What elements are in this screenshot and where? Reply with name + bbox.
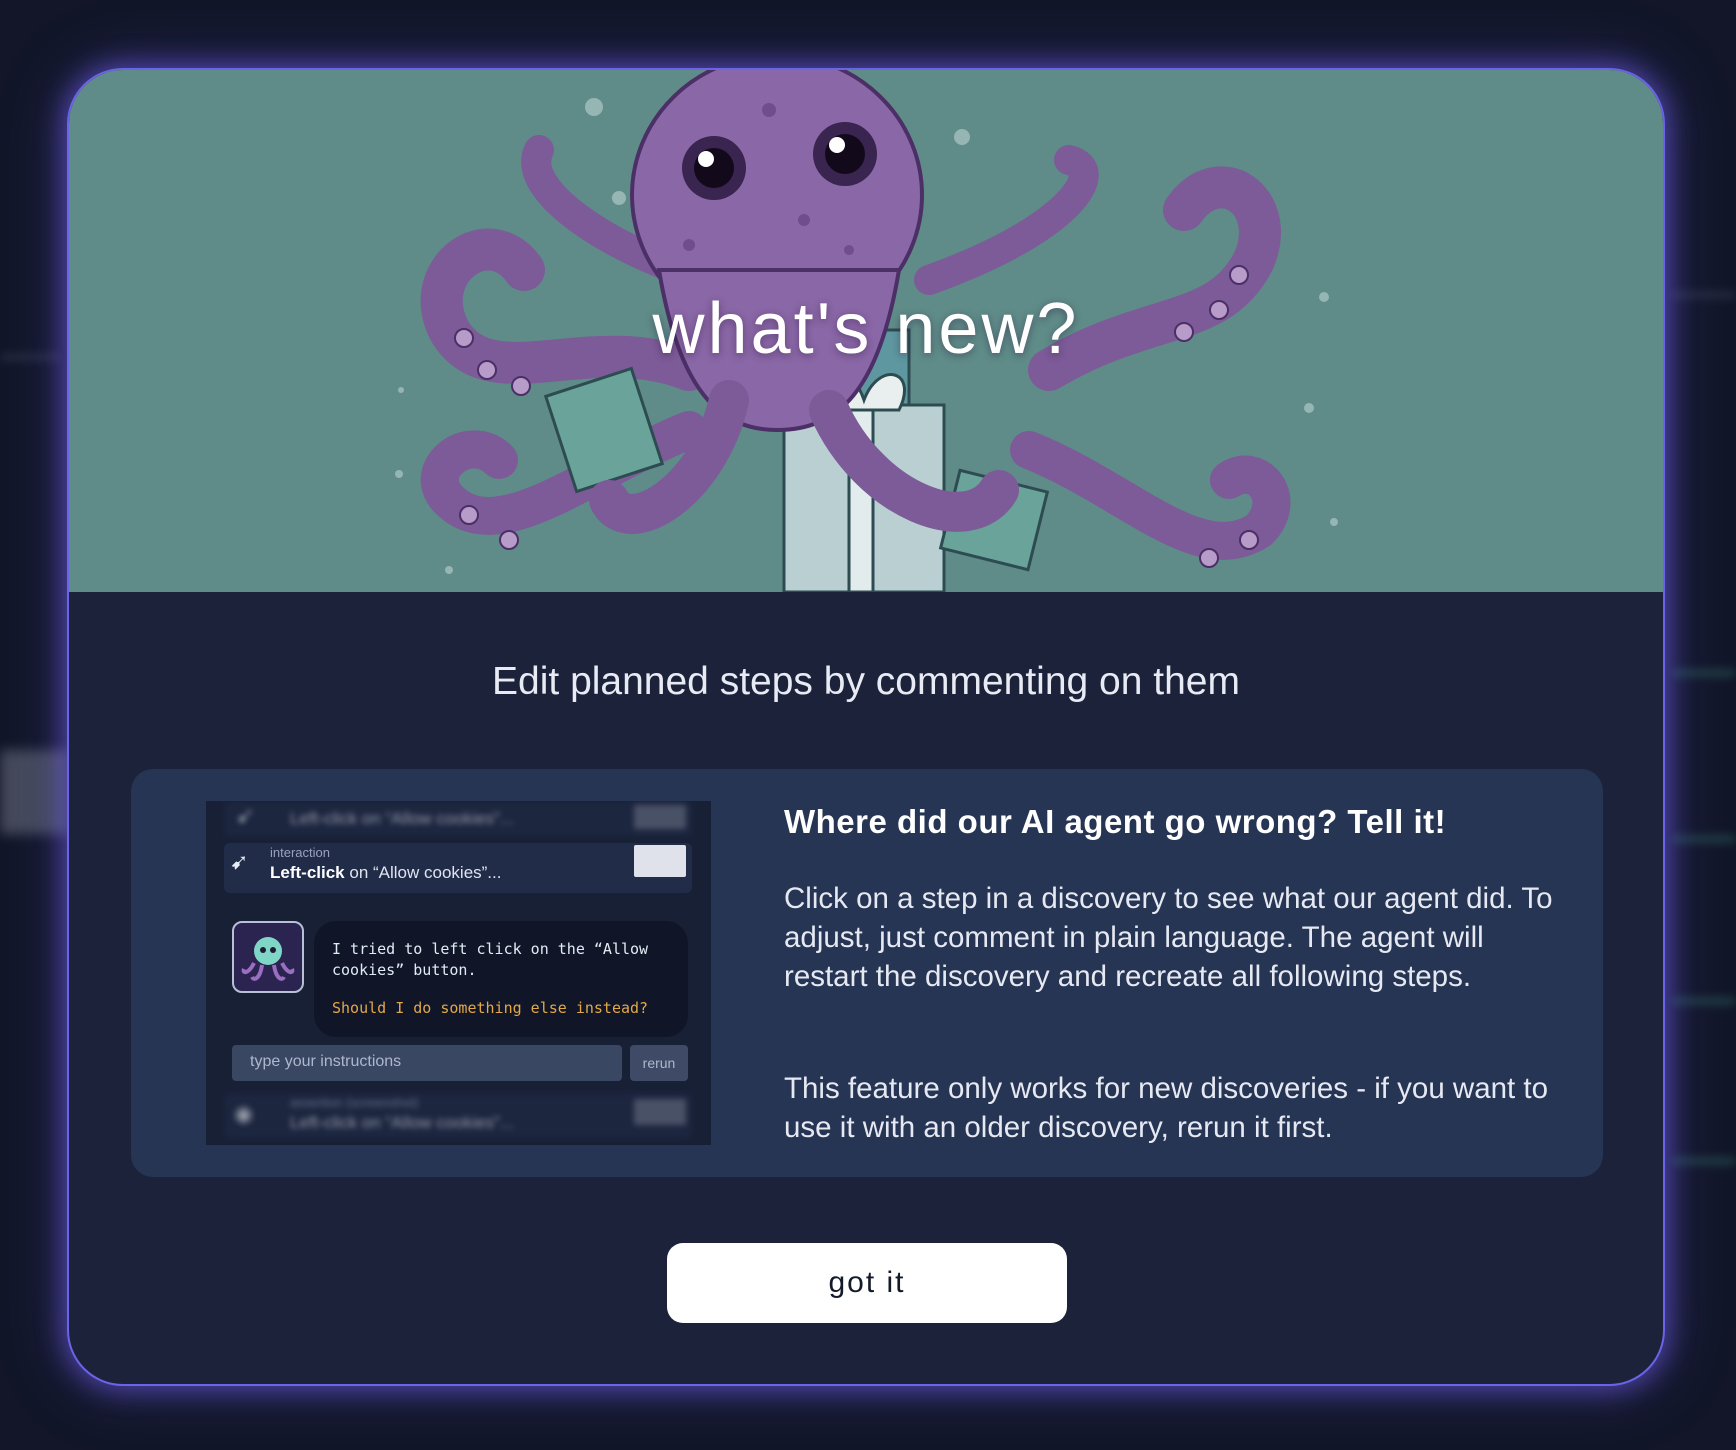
feature-heading: Where did our AI agent go wrong? Tell it… bbox=[784, 803, 1447, 840]
blurred-step-label: assertion (screenshot) bbox=[290, 1095, 419, 1110]
octopus-avatar-icon bbox=[241, 937, 295, 981]
rerun-button: rerun bbox=[630, 1045, 688, 1081]
step-thumbnail bbox=[634, 845, 686, 877]
click-cursor-icon: ➹ bbox=[230, 849, 249, 874]
feature-description: Click on a step in a discovery to see wh… bbox=[784, 882, 1553, 993]
feature-note: This feature only works for new discover… bbox=[784, 1072, 1549, 1144]
modal-title: what's new? bbox=[652, 289, 1080, 369]
step-action-text: Left-click on “Allow cookies”... bbox=[270, 863, 502, 882]
agent-avatar bbox=[232, 921, 304, 993]
blurred-step-row: ◉ assertion (screenshot) Left-click on “… bbox=[224, 1093, 692, 1139]
step-row-interaction: ➹ interaction Left-click on “Allow cooki… bbox=[224, 843, 692, 893]
whats-new-modal: what's new? Edit planned steps by commen… bbox=[67, 68, 1665, 1386]
blurred-step-text: Left-click on “Allow cookies”... bbox=[290, 809, 514, 828]
agent-message-bubble: I tried to left click on the “Allow cook… bbox=[314, 921, 688, 1037]
got-it-button[interactable]: got it bbox=[667, 1243, 1067, 1323]
eye-icon: ◉ bbox=[234, 1101, 254, 1126]
step-thumbnail bbox=[634, 805, 686, 829]
feature-preview-screenshot: ➹ Left-click on “Allow cookies”... ➹ int… bbox=[206, 801, 711, 1145]
blurred-step-text: Left-click on “Allow cookies”... bbox=[290, 1113, 514, 1132]
blurred-step-row: ➹ Left-click on “Allow cookies”... bbox=[224, 801, 692, 837]
step-thumbnail bbox=[634, 1099, 686, 1125]
feature-card: ➹ Left-click on “Allow cookies”... ➹ int… bbox=[131, 769, 1603, 1177]
modal-subtitle: Edit planned steps by commenting on them bbox=[492, 660, 1240, 703]
agent-message-text: I tried to left click on the “Allow cook… bbox=[332, 940, 649, 979]
step-type-label: interaction bbox=[270, 845, 330, 860]
instructions-input: type your instructions bbox=[232, 1045, 622, 1081]
agent-question-text: Should I do something else instead? bbox=[332, 999, 649, 1017]
cursor-icon: ➹ bbox=[236, 803, 255, 828]
hero-illustration: what's new? bbox=[69, 70, 1663, 592]
